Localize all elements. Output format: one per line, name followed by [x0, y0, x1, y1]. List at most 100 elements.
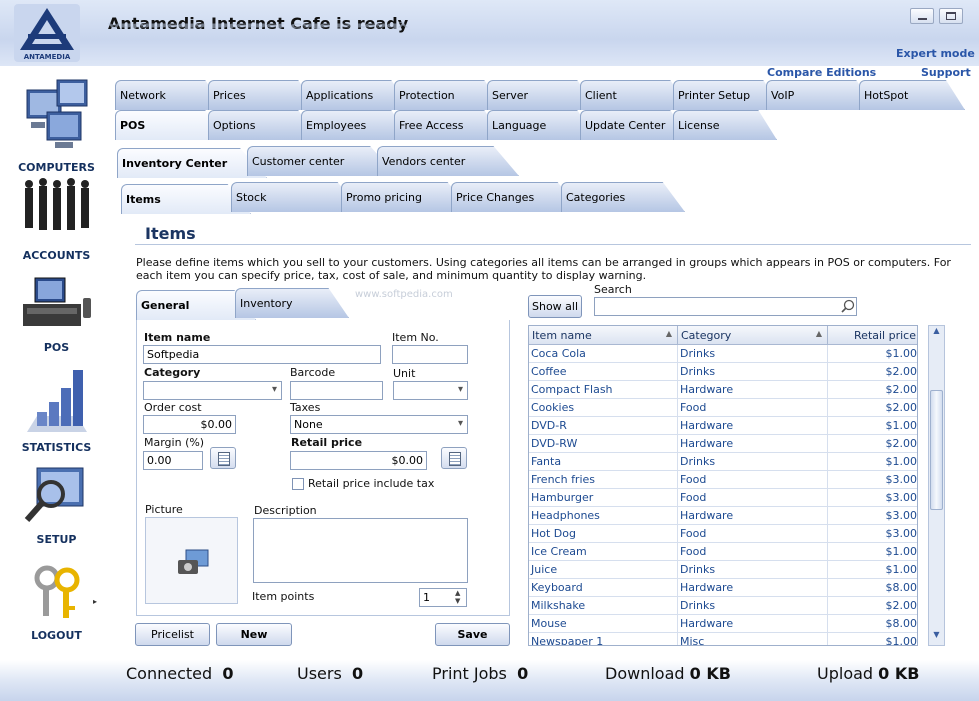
cell-retail-price: $2.00 [885, 383, 918, 396]
sidebar-item-accounts[interactable]: ACCOUNTS [0, 174, 113, 262]
table-row[interactable]: Coca Cola Drinks $1.00 [529, 345, 917, 363]
order-cost-field[interactable]: $0.00 [143, 415, 236, 434]
taxes-label: Taxes [290, 401, 321, 414]
table-scrollbar[interactable]: ▲ ▼ [928, 325, 945, 646]
table-row[interactable]: Milkshake Drinks $2.00 [529, 597, 917, 615]
barcode-label: Barcode [290, 366, 336, 379]
cell-category: Drinks [678, 363, 828, 381]
table-row[interactable]: Fanta Drinks $1.00 [529, 453, 918, 471]
unit-select[interactable] [393, 381, 468, 400]
item-no-label: Item No. [392, 331, 439, 344]
search-icon[interactable] [841, 299, 855, 313]
cell-category: Hardware [678, 615, 828, 633]
column-header-retail-price[interactable]: Retail price [828, 326, 917, 345]
table-row[interactable]: Compact Flash Hardware $2.00 [529, 381, 918, 399]
taxes-select[interactable]: None [290, 415, 468, 434]
logout-icon: ▸ [34, 565, 97, 618]
save-button[interactable]: Save [435, 623, 510, 646]
cell-retail-price: $2.00 [885, 365, 918, 378]
cell-category: Hardware [678, 381, 828, 399]
cell-retail-price: $1.00 [885, 455, 918, 468]
minimize-button[interactable] [910, 8, 934, 24]
column-header-item-name[interactable]: Item name ▲ [529, 326, 678, 345]
margin-calculator-button[interactable] [210, 447, 236, 469]
cell-category: Drinks [678, 345, 828, 363]
table-row[interactable]: Coffee Drinks $2.00 [529, 363, 918, 381]
softpedia-watermark: www.softpedia.com [355, 289, 453, 300]
retail-include-tax-checkbox[interactable] [292, 478, 304, 490]
order-cost-label: Order cost [144, 401, 202, 414]
table-header: Item name ▲ Category ▲ Retail price [529, 326, 917, 345]
tab-categories[interactable]: Categories [561, 182, 685, 212]
tab-license[interactable]: License [673, 110, 777, 140]
stepper-arrows-icon[interactable]: ▲ ▼ [455, 589, 460, 605]
item-name-field[interactable]: Softpedia [143, 345, 381, 364]
barcode-field[interactable] [290, 381, 383, 400]
search-label: Search [594, 283, 632, 296]
retail-price-label: Retail price [291, 436, 363, 449]
scroll-up-icon[interactable]: ▲ [929, 326, 944, 341]
scroll-thumb[interactable] [930, 390, 943, 510]
status-download: Download 0 KB [605, 664, 731, 683]
cell-category: Hardware [678, 579, 828, 597]
table-row[interactable]: Juice Drinks $1.00 [529, 561, 917, 579]
cell-retail-price: $2.00 [885, 401, 918, 414]
margin-label: Margin (%) [144, 436, 205, 449]
computers-icon [26, 79, 87, 148]
cell-item-name: Milkshake [529, 597, 678, 615]
description-textarea[interactable] [253, 518, 468, 583]
tab-hotspot[interactable]: HotSpot [859, 80, 965, 110]
table-row[interactable]: Newspaper 1 Misc $1.00 [529, 633, 918, 646]
table-row[interactable]: Hot Dog Food $3.00 [529, 525, 917, 543]
table-row[interactable]: Hamburger Food $3.00 [529, 489, 917, 507]
sidebar-item-logout[interactable]: ▸ LOGOUT [0, 562, 113, 642]
tab-inventory[interactable]: Inventory [235, 288, 349, 318]
retail-price-field[interactable]: $0.00 [290, 451, 427, 470]
compare-editions-link[interactable]: Compare Editions [767, 66, 876, 79]
expert-mode-link[interactable]: Expert mode [896, 47, 975, 60]
show-all-button[interactable]: Show all [528, 295, 582, 318]
retail-include-tax-label: Retail price include tax [308, 477, 435, 490]
tab-vendors-center[interactable]: Vendors center [377, 146, 519, 176]
picture-box[interactable] [145, 517, 238, 604]
table-row[interactable]: Cookies Food $2.00 [529, 399, 918, 417]
item-no-field[interactable] [392, 345, 468, 364]
tab-inventory-center[interactable]: Inventory Center [117, 148, 267, 178]
table-row[interactable]: DVD-RW Hardware $2.00 [529, 435, 917, 453]
close-button[interactable] [939, 8, 963, 24]
table-row[interactable]: DVD-R Hardware $1.00 [529, 417, 917, 435]
cell-item-name: Juice [529, 561, 678, 579]
cell-category: Food [678, 489, 828, 507]
title-bar: ANTAMEDIA Antamedia Internet Cafe is rea… [0, 0, 979, 66]
item-points-label: Item points [252, 590, 315, 603]
scroll-down-icon[interactable]: ▼ [929, 630, 944, 645]
category-select[interactable] [143, 381, 282, 400]
statistics-icon [26, 370, 87, 432]
new-button[interactable]: New [216, 623, 292, 646]
picture-label: Picture [145, 503, 183, 516]
table-row[interactable]: Keyboard Hardware $8.00 [529, 579, 917, 597]
margin-field[interactable]: 0.00 [143, 451, 203, 470]
cell-retail-price: $1.00 [885, 635, 918, 646]
cell-item-name: Hot Dog [529, 525, 678, 543]
support-link[interactable]: Support [921, 66, 971, 79]
tab-customer-center[interactable]: Customer center [247, 146, 397, 176]
sidebar-item-setup[interactable]: SETUP [0, 464, 113, 546]
cell-item-name: Fanta [529, 453, 678, 471]
cell-category: Hardware [678, 507, 828, 525]
sidebar-item-pos[interactable]: POS [0, 274, 113, 354]
sidebar-item-computers[interactable]: COMPUTERS [0, 76, 113, 174]
cell-category: Food [678, 543, 828, 561]
setup-icon [24, 467, 83, 522]
cell-category: Misc [678, 633, 828, 645]
column-header-category[interactable]: Category ▲ [678, 326, 828, 345]
table-row[interactable]: Headphones Hardware $3.00 [529, 507, 917, 525]
retail-price-calculator-button[interactable] [441, 447, 467, 469]
pricelist-button[interactable]: Pricelist [135, 623, 210, 646]
table-row[interactable]: Mouse Hardware $8.00 [529, 615, 917, 633]
table-row[interactable]: French fries Food $3.00 [529, 471, 918, 489]
cell-retail-price: $3.00 [885, 473, 918, 486]
search-input[interactable] [594, 297, 857, 316]
sidebar-item-statistics[interactable]: STATISTICS [0, 366, 113, 454]
table-row[interactable]: Ice Cream Food $1.00 [529, 543, 917, 561]
